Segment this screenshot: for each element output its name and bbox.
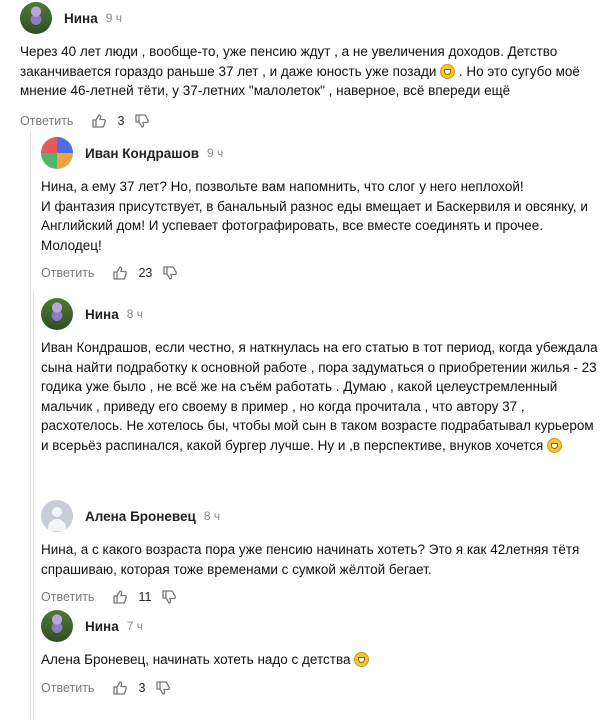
- thumbs-down-icon[interactable]: [162, 265, 178, 281]
- comment-header: Нина 8 ч: [41, 298, 601, 330]
- comment-header: Нина 9 ч: [20, 2, 600, 34]
- comment-header: Иван Кондрашов 9 ч: [41, 137, 601, 169]
- comment: Нина 9 ч Через 40 лет люди , вообще-то, …: [20, 2, 600, 131]
- comment-text: Алена Броневец, начинать хотеть надо с д…: [41, 650, 601, 670]
- comment-time: 9 ч: [105, 11, 122, 25]
- comment-time: 7 ч: [126, 619, 143, 633]
- grinning-emoji-icon: [354, 652, 370, 667]
- comment-actions: Ответить 3: [41, 678, 601, 698]
- grinning-emoji-icon: [440, 63, 456, 79]
- thumbs-up-icon[interactable]: [112, 265, 128, 281]
- comment-time: 9 ч: [207, 146, 224, 160]
- comment-actions: Ответить 3: [20, 111, 600, 131]
- comment: Алена Броневец 8 ч Нина, а с какого возр…: [41, 500, 601, 607]
- thumbs-down-icon[interactable]: [161, 589, 177, 605]
- comment-text-part: Алена Броневец, начинать хотеть надо с д…: [41, 652, 355, 667]
- comment-text-part: Иван Кондрашов, если честно, я наткнулас…: [41, 340, 598, 453]
- comment-text: Нина, а ему 37 лет? Но, позвольте вам на…: [41, 179, 588, 253]
- like-count: 23: [138, 266, 153, 280]
- author-name[interactable]: Нина: [85, 619, 119, 634]
- thread-line: [33, 292, 34, 720]
- comment: Иван Кондрашов 9 ч Нина, а ему 37 лет? Н…: [41, 137, 601, 283]
- avatar[interactable]: [41, 137, 73, 169]
- thread-line: [30, 130, 31, 720]
- reply-button[interactable]: Ответить: [41, 590, 94, 604]
- reply-button[interactable]: Ответить: [20, 114, 73, 128]
- comment-actions: Ответить 11: [41, 587, 601, 607]
- comment: Нина 8 ч Иван Кондрашов, если честно, я …: [41, 298, 601, 455]
- comment-actions: Ответить 23: [41, 263, 601, 283]
- comment-text: Нина, а с какого возраста пора уже пенси…: [41, 542, 580, 577]
- author-name[interactable]: Нина: [64, 11, 98, 26]
- thumbs-up-icon[interactable]: [91, 113, 107, 129]
- reply-button[interactable]: Ответить: [41, 266, 94, 280]
- comment-time: 8 ч: [203, 509, 221, 523]
- avatar[interactable]: [41, 298, 73, 330]
- comment-text: Иван Кондрашов, если честно, я наткнулас…: [41, 338, 601, 455]
- reply-button[interactable]: Ответить: [41, 681, 94, 695]
- like-count: 11: [138, 590, 152, 604]
- grinning-emoji-icon: [547, 437, 563, 453]
- author-name[interactable]: Нина: [85, 307, 119, 322]
- thumbs-down-icon[interactable]: [155, 680, 171, 696]
- comment-time: 8 ч: [126, 307, 143, 321]
- author-name[interactable]: Алена Броневец: [85, 509, 196, 524]
- comment-text: Через 40 лет люди , вообще-то, уже пенси…: [20, 42, 600, 101]
- thumbs-up-icon[interactable]: [112, 680, 128, 696]
- avatar[interactable]: [20, 2, 52, 34]
- like-count: 3: [117, 113, 125, 128]
- avatar[interactable]: [41, 610, 73, 642]
- comment-header: Алена Броневец 8 ч: [41, 500, 601, 532]
- avatar[interactable]: [41, 500, 73, 532]
- thumbs-down-icon[interactable]: [134, 113, 150, 129]
- comment: Нина 7 ч Алена Броневец, начинать хотеть…: [41, 610, 601, 698]
- thumbs-up-icon[interactable]: [112, 589, 128, 605]
- like-count: 3: [138, 680, 146, 695]
- author-name[interactable]: Иван Кондрашов: [85, 146, 199, 161]
- comment-header: Нина 7 ч: [41, 610, 601, 642]
